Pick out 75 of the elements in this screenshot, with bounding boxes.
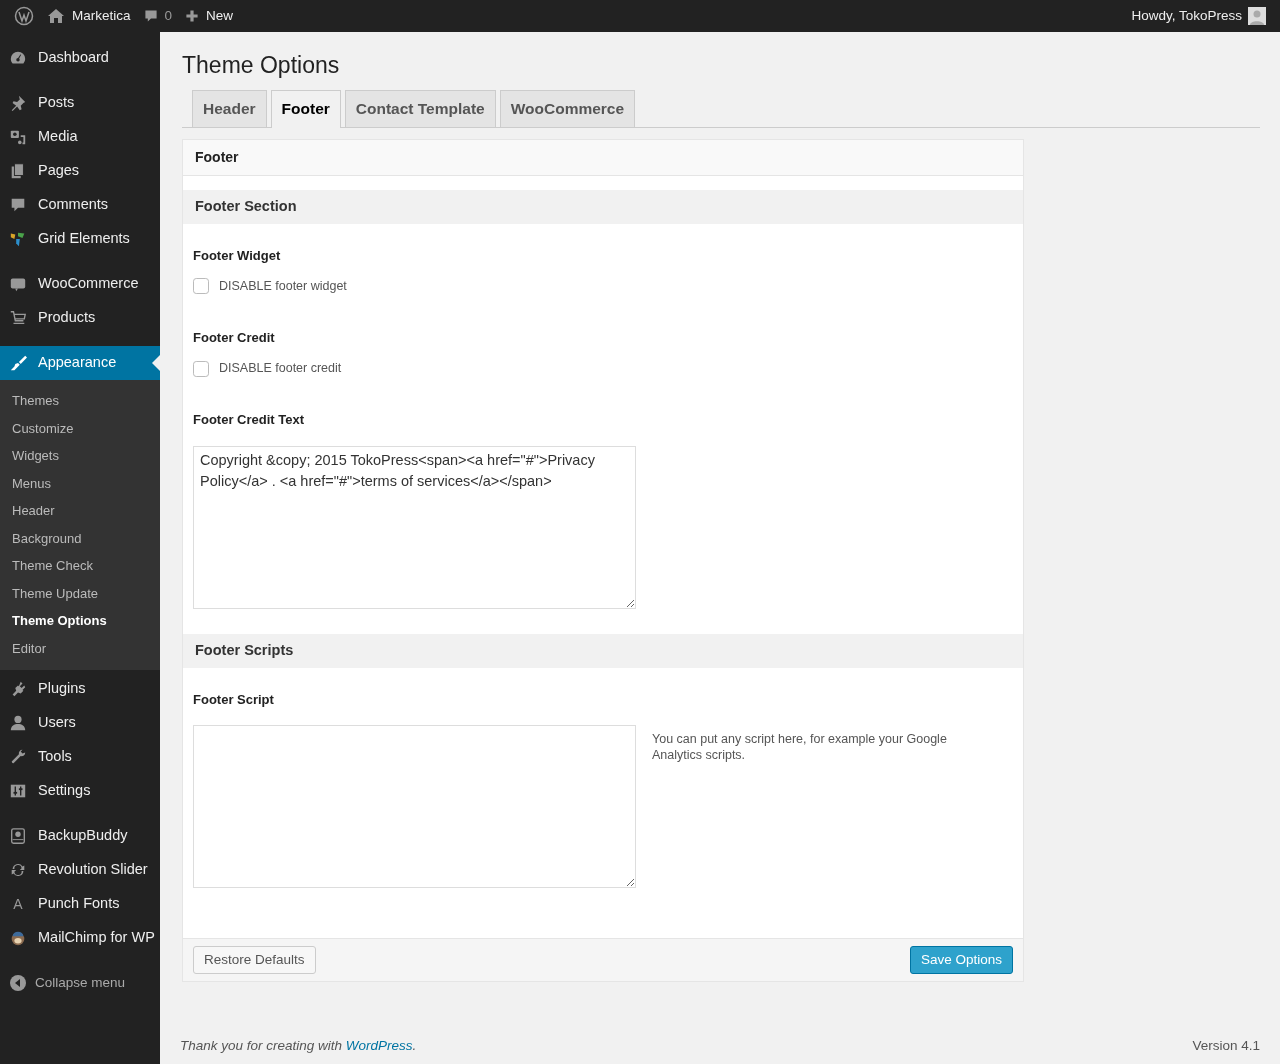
panel-title: Footer [195,147,239,167]
menu-item[interactable]: Grid Elements [0,222,160,256]
submenu-item[interactable]: Menus [0,469,160,497]
field-label: Footer Script [193,690,275,709]
home-icon [46,6,66,26]
submenu-item[interactable]: Theme Check [0,552,160,580]
footer-credit-text: Thank you for creating with WordPress. [180,1037,417,1055]
sync-icon [9,861,27,879]
submenu-item[interactable]: Widgets [0,442,160,470]
monkey-icon [9,929,27,947]
checkbox[interactable] [193,360,209,377]
sliders-icon [9,782,27,800]
avatar-icon [1248,7,1266,25]
account-link[interactable]: Howdy, TokoPress [1125,0,1272,32]
wordpress-link[interactable]: WordPress [345,1038,413,1053]
drive-icon [9,827,27,845]
menu-item[interactable]: Settings [0,774,160,808]
menu-item[interactable]: Plugins [0,672,160,706]
restore-defaults-button[interactable]: Restore Defaults [193,946,316,975]
tab[interactable]: Footer [270,89,341,128]
page-title: Theme Options [182,52,341,80]
media-icon [9,128,27,146]
plus-icon [184,8,201,24]
menu-item[interactable]: Revolution Slider [0,853,160,887]
menu-item[interactable]: A Punch Fonts [0,887,160,921]
tab[interactable]: Header [192,89,267,127]
menu-item[interactable]: Products [0,301,160,335]
tab[interactable]: Contact Template [344,89,496,127]
menu-item[interactable]: Users [0,706,160,740]
menu-item[interactable]: Tools [0,740,160,774]
speech-bubble-icon [9,196,27,214]
submenu-item[interactable]: Customize [0,414,160,442]
cart-icon [9,309,27,327]
wrench-icon [9,748,27,766]
checkbox[interactable] [193,278,209,295]
user-icon [9,714,27,732]
menu-item[interactable]: Media [0,120,160,154]
submenu-item[interactable]: Themes [0,387,160,415]
submenu-item[interactable]: Theme Options [0,607,160,635]
brush-icon [9,354,27,372]
new-link[interactable]: New [178,0,240,32]
submenu-item[interactable]: Background [0,524,160,552]
section-heading: Footer Section [183,189,1023,224]
version-text: Version 4.1 [1192,1037,1260,1055]
menu-item[interactable]: Comments [0,188,160,222]
speech-bubble-icon [142,8,159,24]
field-label: Footer Widget [193,246,282,265]
menu-item[interactable]: Pages [0,154,160,188]
pin-icon [9,94,27,112]
checkbox-label: DISABLE footer widget [219,278,347,296]
comment-count: 0 [164,6,173,25]
menu-item[interactable]: BackupBuddy [0,819,160,853]
section-heading: Footer Scripts [183,633,1023,668]
menu-item[interactable]: WooCommerce [0,267,160,301]
site-link[interactable]: Marketica [40,0,137,32]
menu-item[interactable]: Appearance [0,346,160,380]
submenu-item[interactable]: Editor [0,634,160,662]
submenu-item[interactable]: Theme Update [0,579,160,607]
field-label: Footer Credit [193,328,276,347]
comments-link[interactable]: 0 [136,0,179,32]
text-area-field[interactable] [193,725,636,889]
pages-icon [9,162,27,180]
leaves-icon [9,230,27,248]
menu-item[interactable]: Dashboard [0,41,160,75]
checkbox-label: DISABLE footer credit [219,360,342,378]
font-icon: A [8,894,28,914]
submenu-item[interactable]: Header [0,497,160,525]
wordpress-logo-icon [14,6,34,26]
menu-item[interactable]: Posts [0,86,160,120]
field-label: Footer Credit Text [193,411,305,430]
help-text: You can put any script here, for example your Google Analytics scripts. [652,731,948,765]
menu-item[interactable]: MailChimp for WP [0,921,160,955]
tab[interactable]: WooCommerce [499,89,636,127]
text-area-field[interactable]: Copyright &copy; 2015 TokoPress<span><a href="#">Privacy Policy</a> . <a href="#">terms of services</a></span> [193,445,636,609]
collapse-menu-button[interactable]: Collapse menu [0,966,160,1000]
